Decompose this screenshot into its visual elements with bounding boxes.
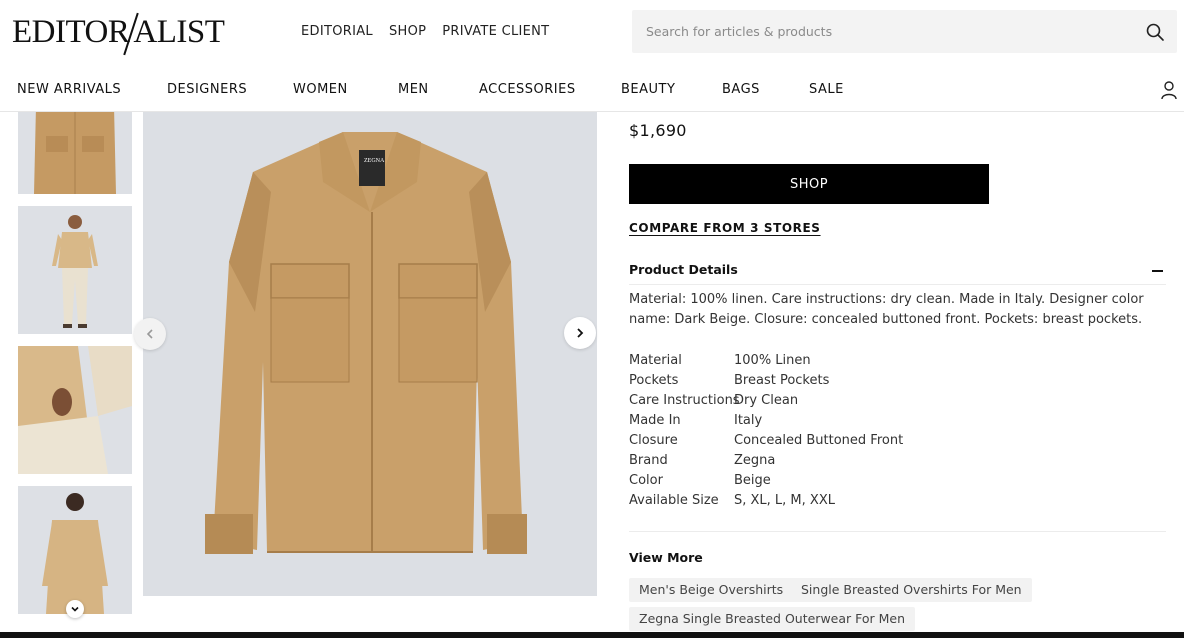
nav-sale[interactable]: SALE [809, 82, 844, 97]
chevron-down-icon [71, 606, 79, 612]
divider [629, 284, 1166, 285]
tag-link[interactable]: Zegna Single Breasted Outerwear For Men [629, 607, 916, 631]
site-header: EDITOR ALIST EDITORIAL SHOP PRIVATE CLIEN… [0, 0, 1184, 64]
thumbnail-full-body[interactable] [18, 206, 132, 334]
bottom-bar [0, 632, 1184, 638]
shop-button[interactable]: SHOP [629, 164, 989, 204]
nav-designers[interactable]: DESIGNERS [167, 82, 247, 97]
search-bar [632, 10, 1177, 53]
spec-key: Pockets [629, 373, 679, 388]
spec-row: Brand Zegna [629, 451, 903, 471]
top-nav: EDITORIAL SHOP PRIVATE CLIENT [301, 24, 549, 39]
top-nav-shop[interactable]: SHOP [389, 24, 426, 39]
spec-key: Closure [629, 433, 678, 448]
spec-value: Zegna [734, 453, 776, 468]
spec-row: Closure Concealed Buttoned Front [629, 431, 903, 451]
tag-link[interactable]: Single Breasted Overshirts For Men [791, 578, 1032, 602]
nav-men[interactable]: MEN [398, 82, 429, 97]
spec-row: Color Beige [629, 471, 903, 491]
spec-key: Available Size [629, 493, 719, 508]
spec-value: Concealed Buttoned Front [734, 433, 904, 448]
thumbnail-front-detail[interactable] [18, 112, 132, 194]
spec-value: Italy [734, 413, 763, 428]
spec-key: Color [629, 473, 663, 488]
spec-row: Made In Italy [629, 411, 903, 431]
thumbnail-pocket-detail[interactable] [18, 346, 132, 474]
product-brand-label: ZEGNA [364, 158, 385, 164]
nav-beauty[interactable]: BEAUTY [621, 82, 675, 97]
user-account-icon[interactable] [1160, 80, 1178, 100]
product-price: $1,690 [629, 121, 687, 140]
site-logo[interactable]: EDITOR ALIST [12, 10, 225, 56]
spec-value: 100% Linen [734, 353, 811, 368]
product-details-title[interactable]: Product Details [629, 262, 738, 277]
chevron-left-icon [146, 329, 153, 339]
spec-value: Beige [734, 473, 771, 488]
tag-link[interactable]: Men's Beige Overshirts [629, 578, 794, 602]
nav-new-arrivals[interactable]: NEW ARRIVALS [17, 82, 121, 97]
nav-accessories[interactable]: ACCESSORIES [479, 82, 576, 97]
spec-value: Breast Pockets [734, 373, 830, 388]
thumbnail-strip [18, 112, 132, 617]
nav-women[interactable]: WOMEN [293, 82, 348, 97]
compare-stores-link[interactable]: COMPARE FROM 3 STORES [629, 221, 821, 235]
collapse-minus-icon[interactable] [1152, 270, 1163, 272]
search-icon[interactable] [1145, 22, 1165, 42]
spec-row: Pockets Breast Pockets [629, 371, 903, 391]
product-specs-table: Material 100% Linen Pockets Breast Pockets… [629, 351, 903, 511]
chevron-right-icon [577, 328, 584, 338]
nav-bags[interactable]: BAGS [722, 82, 760, 97]
top-nav-editorial[interactable]: EDITORIAL [301, 24, 373, 39]
search-input[interactable] [646, 10, 1136, 53]
spec-value: Dry Clean [734, 393, 799, 408]
spec-key: Care Instructions [629, 393, 740, 408]
spec-value: S, XL, L, M, XXL [734, 493, 835, 508]
thumbnail-back-view[interactable] [18, 486, 132, 614]
top-nav-private-client[interactable]: PRIVATE CLIENT [442, 24, 549, 39]
main-nav: NEW ARRIVALS DESIGNERS WOMEN MEN ACCESSO… [0, 64, 1184, 112]
spec-key: Material [629, 353, 682, 368]
gallery-prev-button[interactable] [134, 318, 166, 350]
spec-row: Material 100% Linen [629, 351, 903, 371]
thumbnail-scroll-down-button[interactable] [66, 600, 84, 618]
divider [629, 531, 1166, 532]
main-product-image: ZEGNA [143, 112, 597, 596]
product-description: Material: 100% linen. Care instructions:… [629, 292, 1144, 327]
spec-key: Made In [629, 413, 681, 428]
view-more-title: View More [629, 550, 703, 565]
spec-row: Care Instructions Dry Clean [629, 391, 903, 411]
spec-key: Brand [629, 453, 668, 468]
spec-row: Available Size S, XL, L, M, XXL [629, 491, 903, 511]
gallery-next-button[interactable] [564, 317, 596, 349]
